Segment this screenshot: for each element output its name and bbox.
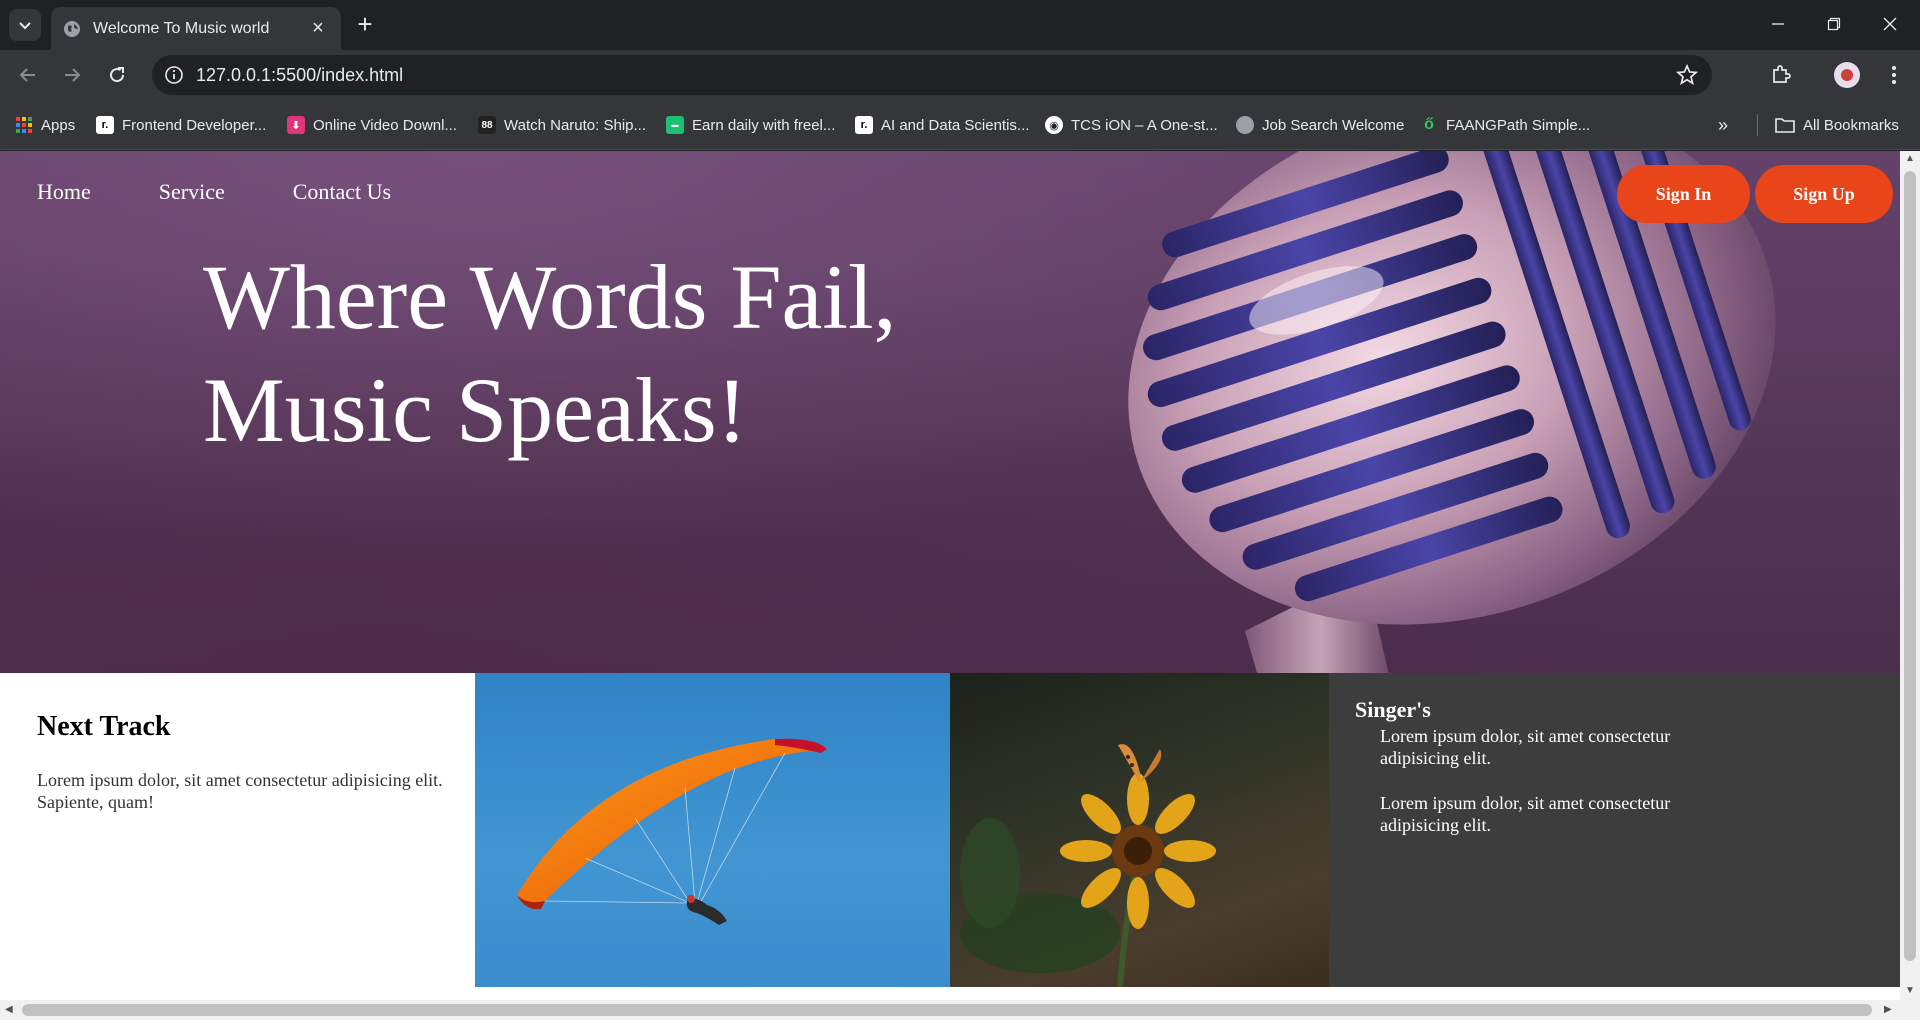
minimize-icon (1772, 23, 1784, 25)
vertical-scrollbar[interactable]: ▲ ▼ (1900, 151, 1920, 1000)
singers-title: Singer's (1355, 697, 1431, 722)
arrow-left-icon (19, 68, 35, 82)
hero-line-2: Music Speaks! (203, 359, 748, 461)
bookmark-separator (1757, 114, 1758, 136)
globe-icon (64, 20, 80, 37)
scroll-down-icon[interactable]: ▼ (1905, 985, 1915, 996)
bookmark-label: FAANGPath Simple... (1446, 116, 1591, 134)
bookmark-faangpath[interactable]: ő FAANGPath Simple... (1420, 114, 1590, 136)
hero-line-1: Where Words Fail, (203, 246, 897, 348)
nav-service-link[interactable]: Service (159, 179, 225, 205)
tab-strip: Welcome To Music world × + (0, 0, 1920, 50)
chevron-down-icon (19, 22, 31, 30)
next-track-title: Next Track (37, 711, 171, 742)
next-track-text: Lorem ipsum dolor, sit amet consectetur … (37, 770, 443, 812)
bookmark-label: Apps (41, 116, 76, 134)
tab-title: Welcome To Music world (93, 19, 270, 37)
bookmark-label: Watch Naruto: Ship... (504, 116, 647, 134)
bookmark-tcs[interactable]: ◉ TCS iON – A One-st... (1045, 114, 1218, 136)
vertical-scroll-thumb[interactable] (1904, 171, 1916, 961)
bookmark-naruto[interactable]: 88 Watch Naruto: Ship... (478, 114, 646, 136)
faangpath-icon: ő (1424, 116, 1434, 133)
new-tab-button[interactable]: + (350, 10, 380, 40)
main-nav: Home Service Contact Us (37, 179, 391, 205)
page-viewport: Home Service Contact Us Sign In Sign Up … (0, 151, 1900, 1000)
tab-search-button[interactable] (9, 9, 41, 41)
nav-home-link[interactable]: Home (37, 179, 91, 205)
close-window-button[interactable] (1864, 8, 1916, 40)
butterfly-flower-image (950, 673, 1329, 987)
double-chevron-right-icon: » (1718, 114, 1729, 135)
url-text: 127.0.0.1:5500/index.html (196, 64, 404, 85)
avatar (1834, 62, 1860, 88)
apps-grid-icon (15, 116, 33, 134)
paraglider-image (475, 673, 950, 987)
reload-button[interactable] (101, 59, 133, 91)
singers-paragraph-2: Lorem ipsum dolor, sit amet consectetur … (1380, 793, 1671, 835)
scroll-left-icon[interactable]: ◀ (5, 1004, 13, 1015)
minimize-button[interactable] (1752, 8, 1804, 40)
microphone-image (1128, 151, 1776, 673)
naruto-icon: 88 (478, 116, 496, 134)
bookmark-label: TCS iON – A One-st... (1071, 116, 1218, 134)
video-download-icon: ⬇ (287, 116, 305, 134)
bookmark-label: Job Search Welcome (1262, 116, 1405, 134)
horizontal-scroll-thumb[interactable] (22, 1004, 1872, 1016)
restore-button[interactable] (1808, 8, 1860, 40)
site-info-icon[interactable] (164, 65, 184, 85)
bookmark-label: Frontend Developer... (122, 116, 267, 134)
bookmark-video[interactable]: ⬇ Online Video Downl... (287, 114, 457, 136)
close-icon (1883, 17, 1897, 31)
profile-button[interactable] (1831, 59, 1863, 91)
singers-card: Singer's Lorem ipsum dolor, sit amet con… (1329, 673, 1900, 987)
sign-up-button[interactable]: Sign Up (1755, 165, 1893, 223)
globe-icon (1236, 116, 1254, 134)
folder-icon (1775, 118, 1795, 133)
sign-in-button[interactable]: Sign In (1617, 165, 1750, 223)
freelance-icon: ▬ (666, 116, 684, 134)
nav-contact-link[interactable]: Contact Us (293, 179, 391, 205)
bookmark-apps[interactable]: Apps (15, 114, 75, 136)
arrow-right-icon (65, 68, 81, 82)
all-bookmarks-label: All Bookmarks (1803, 116, 1899, 134)
bookmark-job-search[interactable]: Job Search Welcome (1236, 114, 1404, 136)
bookmark-freelance[interactable]: ▬ Earn daily with freel... (666, 114, 835, 136)
extensions-button[interactable] (1765, 59, 1797, 91)
scroll-up-icon[interactable]: ▲ (1905, 153, 1915, 164)
bookmarks-bar: Apps r. Frontend Developer... ⬇ Online V… (0, 100, 1920, 150)
bookmark-label: Earn daily with freel... (692, 116, 836, 134)
forward-button[interactable] (56, 59, 88, 91)
more-vertical-icon (1892, 66, 1896, 84)
hero-headline: Where Words Fail, Music Speaks! (203, 241, 897, 467)
bookmark-star-icon[interactable] (1676, 64, 1698, 86)
reload-icon (110, 67, 125, 83)
next-track-card: Next Track Lorem ipsum dolor, sit amet c… (0, 673, 475, 987)
menu-button[interactable] (1878, 59, 1910, 91)
all-bookmarks-button[interactable]: All Bookmarks (1775, 114, 1899, 136)
bookmark-ai-data[interactable]: r. AI and Data Scientis... (855, 114, 1029, 136)
browser-toolbar: 127.0.0.1:5500/index.html (0, 50, 1920, 100)
address-bar[interactable]: 127.0.0.1:5500/index.html (152, 55, 1712, 95)
ai-data-icon: r. (855, 116, 873, 134)
tab-close-icon[interactable]: × (307, 17, 329, 40)
back-button[interactable] (12, 59, 44, 91)
hero-section: Home Service Contact Us Sign In Sign Up … (0, 151, 1900, 673)
horizontal-scrollbar[interactable]: ◀ ▶ (0, 1000, 1920, 1020)
frontend-mentor-icon: r. (96, 116, 114, 134)
bookmark-label: AI and Data Scientis... (881, 116, 1030, 134)
puzzle-icon (1773, 65, 1791, 83)
tcs-ion-icon: ◉ (1045, 116, 1063, 134)
bookmark-frontend[interactable]: r. Frontend Developer... (96, 114, 266, 136)
singers-paragraph-1: Lorem ipsum dolor, sit amet consectetur … (1380, 726, 1671, 768)
scroll-right-icon[interactable]: ▶ (1884, 1004, 1892, 1015)
active-tab[interactable]: Welcome To Music world × (51, 7, 341, 50)
restore-icon (1827, 17, 1841, 31)
bookmark-label: Online Video Downl... (313, 116, 457, 134)
more-bookmarks-button[interactable]: » (1718, 114, 1728, 136)
page-bottom-area (0, 987, 1900, 1000)
